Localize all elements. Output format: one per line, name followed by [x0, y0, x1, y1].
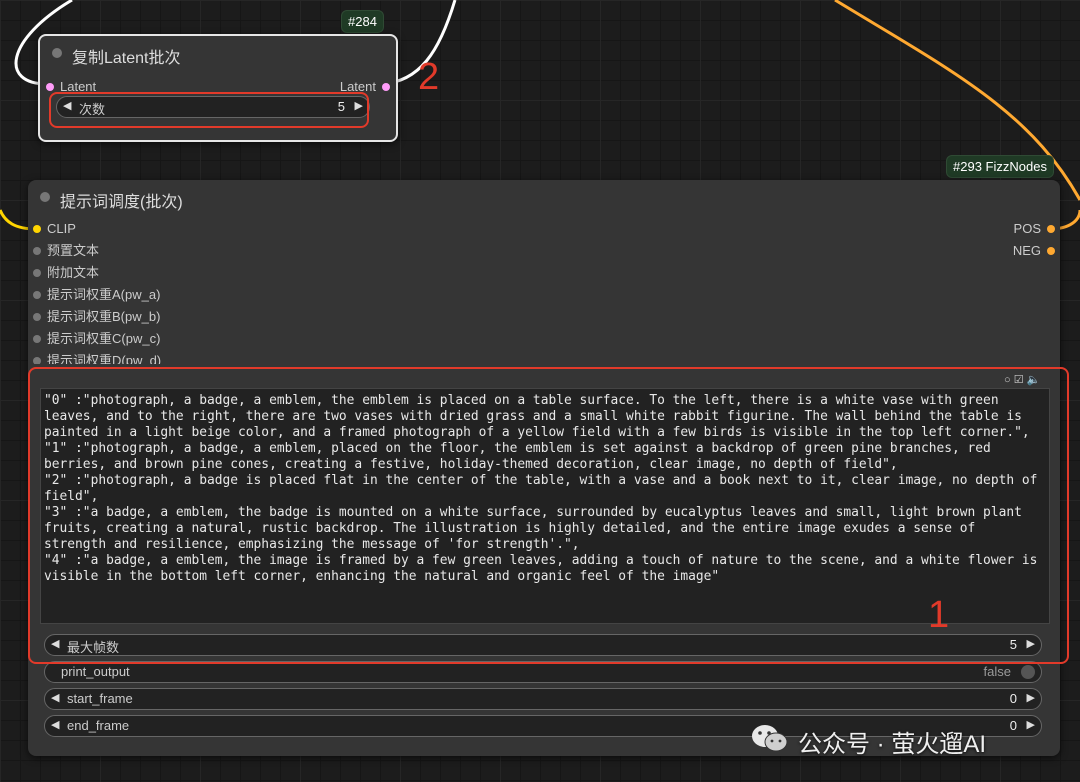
- print-output-label: print_output: [61, 664, 130, 679]
- increment-arrow-icon[interactable]: ▶: [1027, 691, 1035, 704]
- input-label: 提示词权重B(pw_b): [47, 309, 161, 324]
- app-text-pin-icon[interactable]: [33, 268, 41, 277]
- node-title: 提示词调度(批次): [60, 194, 183, 211]
- annotation-box-1: [28, 367, 1069, 664]
- annotation-number-2: 2: [418, 56, 440, 98]
- clip-input-pin-icon[interactable]: [33, 224, 41, 233]
- input-label: 提示词权重D(pw_d): [47, 353, 162, 364]
- increment-arrow-icon[interactable]: ▶: [1027, 718, 1035, 731]
- node-title: 复制Latent批次: [72, 50, 181, 67]
- input-label: 提示词权重C(pw_c): [47, 331, 161, 346]
- pw-d-pin-icon[interactable]: [33, 356, 41, 364]
- clip-input-slot[interactable]: CLIP: [33, 221, 76, 237]
- collapse-dot-icon[interactable]: [52, 48, 62, 58]
- print-output-value: false: [983, 664, 1011, 679]
- decrement-arrow-icon[interactable]: ◀: [51, 718, 59, 731]
- decrement-arrow-icon[interactable]: ◀: [51, 691, 59, 704]
- neg-output-pin-icon[interactable]: [1047, 246, 1055, 255]
- start-frame-label: start_frame: [67, 691, 133, 706]
- pw-b-input-slot[interactable]: 提示词权重B(pw_b): [33, 309, 160, 325]
- watermark-text: 公众号 · 萤火遛AI: [798, 731, 987, 758]
- pw-a-pin-icon[interactable]: [33, 290, 41, 299]
- pre-text-pin-icon[interactable]: [33, 246, 41, 255]
- neg-output-slot[interactable]: NEG: [1013, 243, 1055, 259]
- wechat-icon: [752, 725, 788, 752]
- annotation-box-2: [49, 92, 369, 128]
- pw-d-input-slot[interactable]: 提示词权重D(pw_d): [33, 353, 161, 364]
- pw-c-input-slot[interactable]: 提示词权重C(pw_c): [33, 331, 160, 347]
- toggle-knob-icon[interactable]: [1021, 665, 1035, 679]
- app-text-input-slot[interactable]: 附加文本: [33, 265, 99, 281]
- node-title-bar[interactable]: 提示词调度(批次): [28, 180, 1060, 214]
- pos-output-pin-icon[interactable]: [1047, 224, 1055, 233]
- node-title-bar[interactable]: 复制Latent批次: [40, 36, 396, 70]
- input-label: 附加文本: [47, 265, 100, 280]
- input-label: 提示词权重A(pw_a): [47, 287, 161, 302]
- node-id-badge-293: #293 FizzNodes: [946, 155, 1054, 178]
- annotation-number-1: 1: [928, 594, 950, 636]
- latent-input-pin-icon[interactable]: [46, 82, 54, 91]
- pos-output-slot[interactable]: POS: [1014, 221, 1055, 237]
- input-label: CLIP: [47, 221, 76, 236]
- end-frame-label: end_frame: [67, 718, 130, 733]
- pw-a-input-slot[interactable]: 提示词权重A(pw_a): [33, 287, 160, 303]
- start-frame-widget[interactable]: ◀ start_frame 0 ▶: [44, 688, 1042, 710]
- collapse-dot-icon[interactable]: [40, 192, 50, 202]
- output-label: POS: [1013, 221, 1041, 236]
- print-output-toggle[interactable]: print_output false: [44, 661, 1042, 683]
- pw-c-pin-icon[interactable]: [33, 334, 41, 343]
- start-frame-value[interactable]: 0: [1010, 691, 1017, 706]
- end-frame-value[interactable]: 0: [1010, 718, 1017, 733]
- pw-b-pin-icon[interactable]: [33, 312, 41, 321]
- output-label: NEG: [1012, 243, 1041, 258]
- latent-output-pin-icon[interactable]: [382, 82, 390, 91]
- node-id-badge-284: #284: [341, 10, 384, 33]
- pre-text-input-slot[interactable]: 预置文本: [33, 243, 99, 259]
- input-label: 预置文本: [47, 243, 100, 258]
